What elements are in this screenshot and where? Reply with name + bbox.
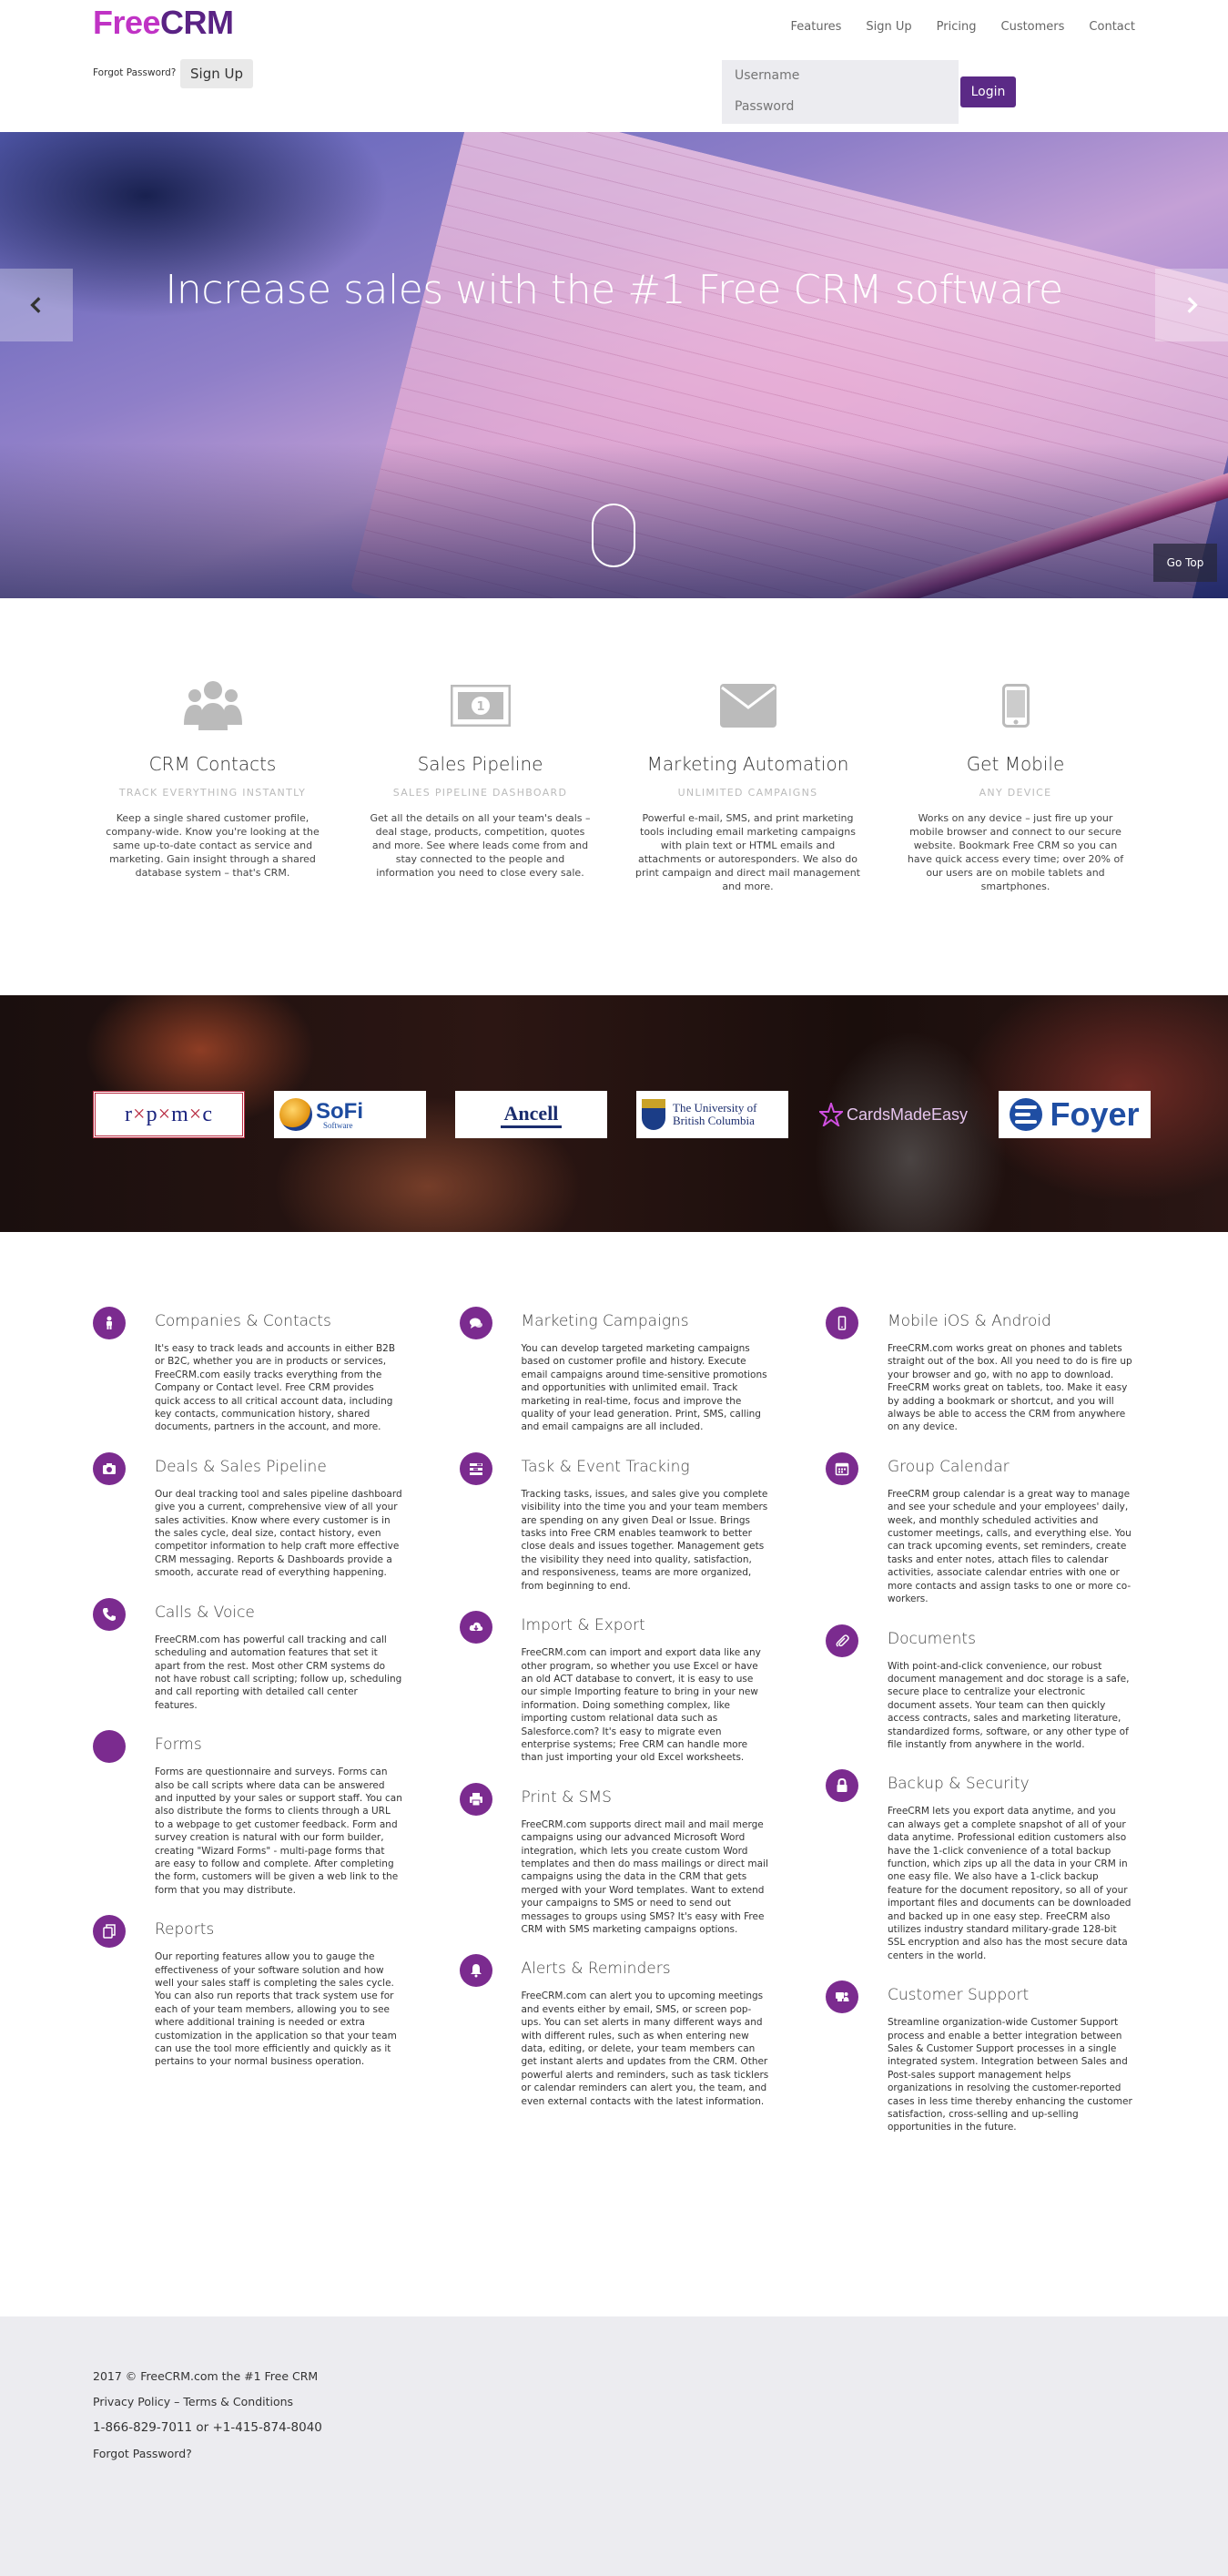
feature-text: Keep a single shared customer profile, c…	[106, 812, 320, 879]
feature-title: Get Mobile	[966, 753, 1065, 775]
detail-backup-security: Backup & Security FreeCRM lets you export…	[826, 1769, 1135, 1962]
feature-title: CRM Contacts	[148, 753, 277, 775]
detail-task-event: Task & Event Tracking Tracking tasks, iss…	[459, 1451, 769, 1593]
svg-text:1: 1	[476, 700, 484, 714]
feature-subtitle: UNLIMITED CAMPAIGNS	[677, 787, 818, 799]
feature-sales-pipeline: 1 Sales Pipeline SALES PIPELINE DASHBOAR…	[360, 678, 600, 893]
feature-subtitle: ANY DEVICE	[979, 787, 1052, 799]
envelope-icon	[628, 678, 868, 733]
feature-title: Sales Pipeline	[417, 753, 543, 775]
print-icon	[459, 1782, 492, 1816]
scroll-down-icon[interactable]	[592, 504, 635, 567]
detail-companies-contacts: Companies & Contacts It's easy to track l…	[93, 1307, 402, 1434]
nav-pricing[interactable]: Pricing	[937, 20, 977, 34]
detail-forms: Forms Forms are questionnaire and surveys…	[93, 1730, 402, 1897]
ancell-logo: Ancell	[455, 1091, 607, 1138]
username-input[interactable]	[722, 60, 959, 91]
login-button[interactable]: Login	[960, 76, 1016, 107]
nav-features[interactable]: Features	[791, 20, 842, 34]
hero-carousel: Increase sales with the #1 Free CRM soft…	[0, 132, 1228, 598]
bell-icon	[459, 1954, 492, 1988]
sign-up-button[interactable]: Sign Up	[180, 59, 253, 88]
carousel-prev-button[interactable]	[0, 269, 73, 341]
logo-free: Free	[93, 4, 161, 41]
users-icon	[93, 678, 332, 733]
detail-group-calendar: Group Calendar FreeCRM group calendar is …	[826, 1451, 1135, 1606]
detail-documents: Documents With point-and-click convenienc…	[826, 1624, 1135, 1752]
feature-text: Get all the details on all your team's d…	[370, 812, 591, 879]
cloud-download-icon	[459, 1611, 492, 1644]
copyright: 2017 © FreeCRM.com the #1 Free CRM	[93, 2369, 319, 2383]
footer-links: Privacy Policy – Terms & Conditions	[93, 2395, 294, 2408]
camera-icon	[93, 1451, 126, 1485]
feature-marketing-automation: Marketing Automation UNLIMITED CAMPAIGNS…	[628, 678, 868, 893]
detail-customer-support: Customer Support Streamline organization-…	[826, 1980, 1135, 2134]
copy-icon	[93, 1915, 126, 1949]
sofi-logo: SoFi Software	[274, 1091, 426, 1138]
support-icon	[826, 1980, 858, 2014]
logo[interactable]: FreeCRM	[93, 4, 234, 42]
paperclip-icon	[826, 1624, 858, 1657]
feature-text: Powerful e-mail, SMS, and print marketin…	[635, 812, 860, 892]
go-top-button[interactable]: Go Top	[1153, 544, 1217, 582]
person-icon	[93, 1307, 126, 1339]
nav-contact[interactable]: Contact	[1089, 20, 1135, 34]
cardsmadeeasy-logo: CardsMadeEasy	[817, 1091, 969, 1138]
terms-link[interactable]: Terms & Conditions	[183, 2395, 293, 2408]
detail-import-export: Import & Export FreeCRM.com can import an…	[459, 1611, 769, 1765]
chevron-right-icon	[1187, 297, 1198, 313]
mobile-icon	[826, 1307, 858, 1339]
mobile-icon	[896, 678, 1135, 733]
feature-subtitle: SALES PIPELINE DASHBOARD	[392, 787, 568, 799]
feature-title: Marketing Automation	[646, 753, 849, 775]
detail-marketing-campaigns: Marketing Campaigns You can develop targe…	[459, 1307, 769, 1434]
detail-reports: Reports Our reporting features allow you …	[93, 1915, 402, 2069]
money-icon: 1	[360, 678, 600, 733]
logo-crm: CRM	[160, 4, 234, 41]
ubc-logo: The University of British Columbia	[636, 1091, 788, 1138]
privacy-policy-link[interactable]: Privacy Policy	[93, 2395, 170, 2408]
feature-text: Works on any device – just fire up your …	[907, 812, 1124, 892]
phone-icon	[93, 1597, 126, 1631]
details-column-3: Mobile iOS & Android FreeCRM.com works gr…	[826, 1307, 1135, 2153]
lock-icon	[826, 1769, 858, 1803]
nav-customers[interactable]: Customers	[1001, 20, 1065, 34]
hero-title: Increase sales with the #1 Free CRM soft…	[165, 267, 1063, 313]
details-column-2: Marketing Campaigns You can develop targe…	[459, 1307, 769, 2153]
rpmc-logo: r × p × m × c	[93, 1091, 245, 1138]
details-column-1: Companies & Contacts It's easy to track l…	[93, 1307, 402, 2153]
chevron-left-icon	[30, 297, 41, 313]
forgot-password-link[interactable]: Forgot Password?	[93, 67, 176, 78]
nav-sign-up[interactable]: Sign Up	[866, 20, 911, 34]
password-input[interactable]	[722, 91, 959, 122]
foyer-logo: Foyer	[999, 1091, 1151, 1138]
details-section: Companies & Contacts It's easy to track l…	[93, 1232, 1135, 2316]
header: FreeCRM Features Sign Up Pricing Custome…	[93, 0, 1135, 132]
customer-logos-band: r × p × m × c SoFi Software Ancell The Univers…	[0, 995, 1228, 1232]
feature-get-mobile: Get Mobile ANY DEVICE Works on any devic…	[896, 678, 1135, 893]
detail-mobile: Mobile iOS & Android FreeCRM.com works gr…	[826, 1307, 1135, 1434]
footer: 2017 © FreeCRM.com the #1 Free CRM Priva…	[0, 2316, 1228, 2576]
carousel-next-button[interactable]	[1155, 269, 1228, 341]
features-section: CRM Contacts TRACK EVERYTHING INSTANTLY …	[93, 598, 1135, 995]
tasks-icon	[459, 1451, 492, 1485]
star-icon	[818, 1103, 843, 1126]
phone-numbers: 1-866-829-7011 or +1-415-874-8040	[93, 2420, 322, 2435]
forms-icon	[93, 1730, 126, 1764]
comments-icon	[459, 1307, 492, 1339]
calendar-icon	[826, 1451, 858, 1485]
login-form	[722, 60, 959, 124]
detail-calls-voice: Calls & Voice FreeCRM.com has powerful ca…	[93, 1597, 402, 1712]
feature-subtitle: TRACK EVERYTHING INSTANTLY	[118, 787, 307, 799]
top-nav: Features Sign Up Pricing Customers Conta…	[766, 20, 1136, 34]
detail-alerts-reminders: Alerts & Reminders FreeCRM.com can alert …	[459, 1954, 769, 2108]
footer-forgot-password-link[interactable]: Forgot Password?	[93, 2447, 1135, 2460]
feature-crm-contacts: CRM Contacts TRACK EVERYTHING INSTANTLY …	[93, 678, 332, 893]
detail-print-sms: Print & SMS FreeCRM.com supports direct m…	[459, 1782, 769, 1937]
detail-deals-pipeline: Deals & Sales Pipeline Our deal tracking …	[93, 1451, 402, 1580]
